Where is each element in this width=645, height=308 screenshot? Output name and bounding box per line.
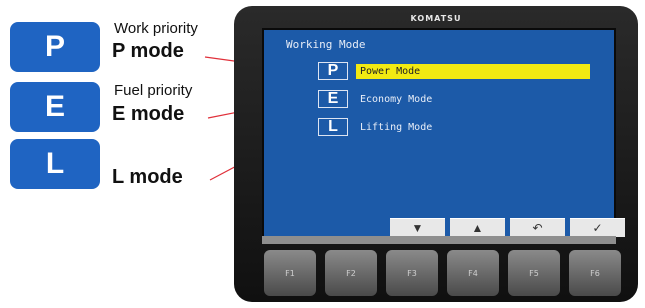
screen-title: Working Mode	[286, 38, 366, 51]
f6-key[interactable]: F6	[569, 250, 621, 296]
e-mode-badge: E	[10, 82, 100, 132]
p-mode-title: P mode	[112, 40, 184, 62]
l-mode-title: L mode	[112, 166, 183, 188]
p-mode-caption: Work priority	[114, 20, 198, 37]
softkey-divider-bar	[262, 236, 616, 244]
l-mode-badge: L	[10, 139, 100, 189]
f1-key[interactable]: F1	[264, 250, 316, 296]
monitor-screen: Working Mode P Power Mode E Economy Mode…	[262, 28, 625, 238]
l-key[interactable]: L	[318, 118, 348, 136]
down-arrow-softkey[interactable]: ▼	[390, 218, 445, 237]
e-mode-caption: Fuel priority	[114, 82, 193, 99]
p-mode-badge: P	[10, 22, 100, 72]
f2-key[interactable]: F2	[325, 250, 377, 296]
monitor-device: KOMATSU Working Mode P Power Mode E Econ…	[234, 6, 638, 302]
e-mode-title: E mode	[112, 103, 185, 125]
f4-key[interactable]: F4	[447, 250, 499, 296]
economy-mode-label: Economy Mode	[360, 93, 433, 105]
p-key[interactable]: P	[318, 62, 348, 80]
confirm-softkey[interactable]: ✓	[570, 218, 625, 237]
mode-row-power[interactable]: P Power Mode	[318, 62, 590, 80]
power-mode-label: Power Mode	[356, 63, 590, 79]
e-key[interactable]: E	[318, 90, 348, 108]
f5-key[interactable]: F5	[508, 250, 560, 296]
brand-logo: KOMATSU	[410, 14, 462, 23]
mode-row-economy[interactable]: E Economy Mode	[318, 90, 436, 108]
mode-row-lifting[interactable]: L Lifting Mode	[318, 118, 436, 136]
lifting-mode-label: Lifting Mode	[360, 121, 433, 133]
back-softkey[interactable]: ↶	[510, 218, 565, 237]
f3-key[interactable]: F3	[386, 250, 438, 296]
up-arrow-softkey[interactable]: ▲	[450, 218, 505, 237]
